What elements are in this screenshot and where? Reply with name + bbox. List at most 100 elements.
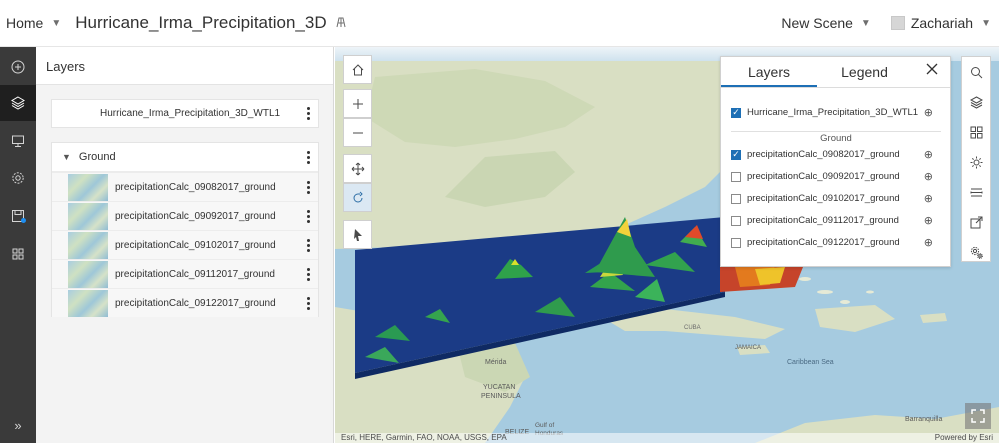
map-attribution: Esri, HERE, Garmin, FAO, NOAA, USGS, EPA…: [335, 433, 999, 443]
zoom-to-icon[interactable]: ⊕: [924, 236, 933, 249]
group-label: Ground: [78, 151, 116, 163]
list-item[interactable]: ✓ precipitationCalc_09082017_ground ⊕: [731, 148, 941, 161]
layers-icon[interactable]: [962, 87, 990, 117]
layer-list-item-wtl[interactable]: ✓ Hurricane_Irma_Precipitation_3D_WTL1 ⊕: [731, 106, 941, 119]
tab-layers[interactable]: Layers: [721, 57, 817, 87]
app-header: Home ▼ Hurricane_Irma_Precipitation_3D N…: [0, 0, 999, 47]
daylight-icon[interactable]: [962, 147, 990, 177]
list-item[interactable]: precipitationCalc_09092017_ground ⊕: [731, 170, 941, 183]
home-label: Home: [6, 15, 44, 31]
more-options-icon[interactable]: [307, 179, 310, 196]
more-options-icon[interactable]: [307, 295, 310, 312]
svg-text:Gulf of: Gulf of: [535, 422, 554, 429]
layer-visibility-checkbox[interactable]: ✓: [731, 149, 741, 160]
svg-text:CUBA: CUBA: [684, 325, 701, 331]
list-item[interactable]: precipitationCalc_09102017_ground: [52, 230, 318, 259]
apps-icon[interactable]: [0, 236, 36, 272]
zoom-to-icon[interactable]: ⊕: [924, 170, 933, 183]
side-toolbar: »: [0, 47, 36, 443]
zoom-to-icon[interactable]: ⊕: [924, 106, 933, 119]
add-layer-icon[interactable]: [0, 49, 36, 85]
avatar: [890, 16, 905, 30]
list-item[interactable]: precipitationCalc_09122017_ground ⊕: [731, 236, 941, 249]
ground-group-card: ▼ Ground precipitationCalc_09082017_grou…: [51, 142, 319, 317]
new-scene-label: New Scene: [781, 15, 853, 31]
layer-label: precipitationCalc_09122017_ground: [115, 297, 276, 309]
svg-text:PENINSULA: PENINSULA: [481, 393, 521, 400]
chevron-down-icon: ▼: [860, 17, 871, 29]
zoom-out-button[interactable]: [343, 118, 372, 147]
slides-icon[interactable]: [0, 123, 36, 159]
layer-list-widget: Layers Legend ✓ Hurricane_Irma_Precipita…: [720, 56, 951, 267]
layer-thumbnail: [68, 202, 108, 230]
layers-icon[interactable]: [0, 85, 36, 121]
list-item[interactable]: precipitationCalc_09102017_ground ⊕: [731, 192, 941, 205]
ground-group-header[interactable]: ▼ Ground: [52, 143, 318, 172]
layer-visibility-checkbox[interactable]: ✓: [731, 107, 741, 118]
rotate-button[interactable]: [343, 183, 372, 212]
layer-label: precipitationCalc_09102017_ground: [115, 239, 276, 251]
zoom-in-button[interactable]: [343, 89, 372, 118]
search-icon[interactable]: [962, 57, 990, 87]
svg-text:JAMAICA: JAMAICA: [735, 345, 761, 351]
layer-label: Hurricane_Irma_Precipitation_3D_WTL1: [747, 107, 919, 118]
chevron-down-icon: ▼: [981, 17, 991, 29]
zoom-to-icon[interactable]: ⊕: [924, 192, 933, 205]
chevron-down-icon: ▼: [51, 17, 62, 29]
user-name: Zachariah: [910, 15, 974, 31]
home-view-button[interactable]: [343, 55, 372, 84]
layer-label: Hurricane_Irma_Precipitation_3D_WTL1: [100, 108, 281, 119]
layer-visibility-checkbox[interactable]: [731, 237, 741, 248]
layer-thumbnail: [68, 289, 108, 317]
layer-visibility-checkbox[interactable]: [731, 193, 741, 204]
home-menu[interactable]: Home ▼: [6, 15, 61, 31]
basemap-gallery-icon[interactable]: [962, 117, 990, 147]
zoom-to-icon[interactable]: ⊕: [924, 148, 933, 161]
close-icon[interactable]: [926, 62, 938, 80]
svg-text:Caribbean Sea: Caribbean Sea: [787, 359, 834, 366]
share-icon[interactable]: [962, 207, 990, 237]
layer-label: precipitationCalc_09112017_ground: [115, 268, 275, 280]
user-menu[interactable]: Zachariah ▼: [890, 15, 991, 31]
more-options-icon[interactable]: [307, 105, 310, 122]
save-icon[interactable]: [0, 198, 36, 234]
tab-legend[interactable]: Legend: [817, 57, 912, 87]
compass-button[interactable]: [343, 220, 372, 249]
chevron-down-icon[interactable]: ▼: [62, 152, 71, 162]
layers-panel: Layers Hurricane_Irma_Precipitation_3D_W…: [36, 47, 334, 443]
shared-icon: [335, 16, 347, 31]
list-item[interactable]: precipitationCalc_09112017_ground: [52, 259, 318, 288]
pan-button[interactable]: [343, 154, 372, 183]
layers-panel-title: Layers: [36, 47, 333, 85]
fullscreen-button[interactable]: [965, 403, 991, 429]
new-scene-menu[interactable]: New Scene ▼: [781, 15, 871, 31]
svg-text:Barranquilla: Barranquilla: [905, 416, 942, 423]
svg-text:Mérida: Mérida: [485, 359, 507, 366]
list-item[interactable]: precipitationCalc_09092017_ground: [52, 201, 318, 230]
svg-text:YUCATAN: YUCATAN: [483, 384, 515, 391]
layer-label: precipitationCalc_09082017_ground: [747, 149, 900, 160]
unsaved-badge: [21, 218, 26, 223]
list-item[interactable]: precipitationCalc_09122017_ground: [52, 288, 318, 317]
list-item[interactable]: precipitationCalc_09082017_ground: [52, 172, 318, 201]
layer-visibility-checkbox[interactable]: [731, 215, 741, 226]
more-options-icon[interactable]: [307, 208, 310, 225]
layer-label: precipitationCalc_09082017_ground: [115, 181, 276, 193]
settings-icon[interactable]: [0, 160, 36, 196]
layer-thumbnail: [68, 173, 108, 201]
layer-visibility-checkbox[interactable]: [731, 171, 741, 182]
more-options-icon[interactable]: [307, 266, 310, 283]
layer-label: precipitationCalc_09092017_ground: [747, 171, 900, 182]
zoom-to-icon[interactable]: ⊕: [924, 214, 933, 227]
settings-icon[interactable]: [962, 237, 990, 267]
more-options-icon[interactable]: [307, 237, 310, 254]
layer-thumbnail: [68, 231, 108, 259]
measure-icon[interactable]: [962, 177, 990, 207]
layer-label: precipitationCalc_09112017_ground: [747, 215, 899, 226]
list-item[interactable]: precipitationCalc_09112017_ground ⊕: [731, 214, 941, 227]
more-options-icon[interactable]: [307, 149, 310, 166]
expand-icon[interactable]: »: [0, 407, 36, 443]
layer-label: precipitationCalc_09122017_ground: [747, 237, 900, 248]
layer-card-wtl[interactable]: Hurricane_Irma_Precipitation_3D_WTL1: [51, 99, 319, 128]
layer-label: precipitationCalc_09102017_ground: [747, 193, 900, 204]
